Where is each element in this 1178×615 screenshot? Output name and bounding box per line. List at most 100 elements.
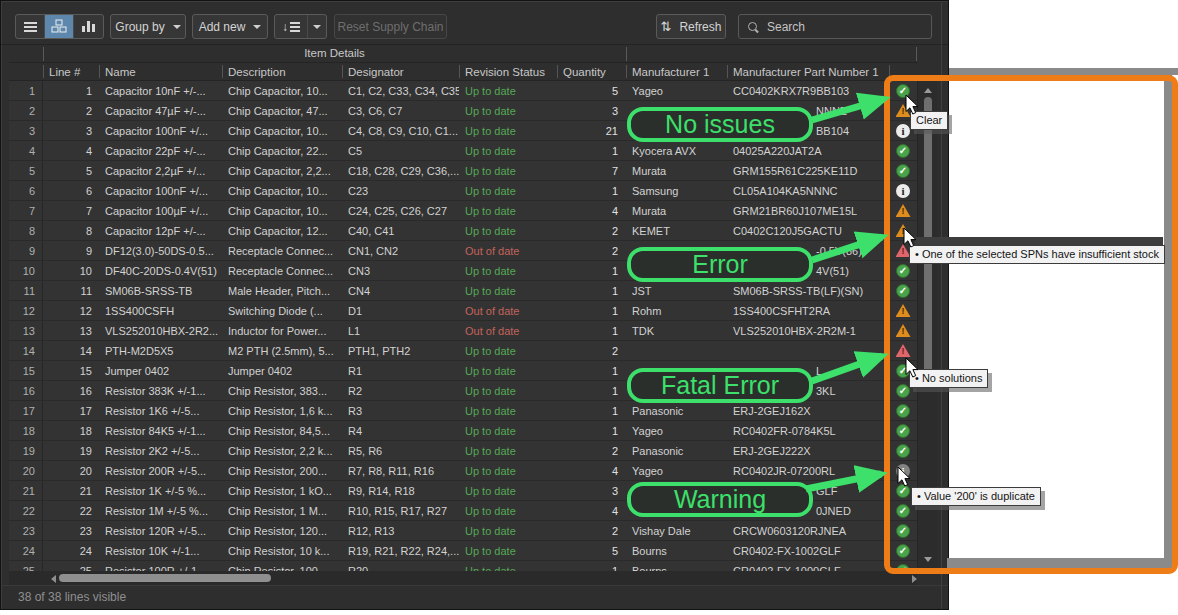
designator-cell: C23 [342, 181, 459, 200]
name-cell: Resistor 1K6 +/-5... [99, 401, 222, 420]
line-number-cell: 23 [43, 521, 99, 540]
column-header-name[interactable]: Name [99, 63, 222, 80]
table-row[interactable]: 2525Resistor 100R +/-1...Chip Resistor, … [9, 561, 917, 571]
line-number-cell: 8 [43, 221, 99, 240]
column-header-manufacturer-part-number-1[interactable]: Manufacturer Part Number 1 [727, 63, 889, 80]
column-header-quantity[interactable]: Quantity [557, 63, 626, 80]
add-new-button[interactable]: Add new [192, 14, 268, 39]
table-row[interactable]: 1818Resistor 84K5 +/-1...Chip Resistor, … [9, 421, 917, 441]
row-index-cell: 10 [9, 261, 43, 280]
revision-status-cell: Up to date [459, 361, 557, 380]
group-by-button[interactable]: Group by [110, 14, 186, 39]
manufacturer-cell: KEMET [626, 221, 727, 240]
revision-status-cell: Up to date [459, 81, 557, 100]
designator-cell: C40, C41 [342, 221, 459, 240]
bom-view-button[interactable] [45, 15, 74, 38]
mpn-cell: CRCW0603120RJNEA [727, 521, 889, 540]
table-row[interactable]: 66Capacitor 100nF +/...Chip Capacitor, 1… [9, 181, 917, 201]
name-cell: Resistor 1M +/-5 %... [99, 501, 222, 520]
name-cell: Resistor 383K +/-1... [99, 381, 222, 400]
row-index-cell: 13 [9, 321, 43, 340]
revision-status-cell: Up to date [459, 101, 557, 120]
mpn-cell: CR0402-FX-1002GLF [727, 541, 889, 560]
table-row[interactable]: 88Capacitor 12pF +/-...Chip Capacitor, 1… [9, 221, 917, 241]
table-row[interactable]: 77Capacitor 100µF +/...Chip Capacitor, 1… [9, 201, 917, 221]
mpn-cell: 1SS400CSFHT2RA [727, 301, 889, 320]
manufacturer-cell [626, 341, 727, 360]
table-row[interactable]: 1919Resistor 2K2 +/-5...Chip Resistor, 2… [9, 441, 917, 461]
line-number-cell: 19 [43, 441, 99, 460]
designator-cell: CN1, CN2 [342, 241, 459, 260]
line-number-cell: 25 [43, 561, 99, 571]
line-number-cell: 16 [43, 381, 99, 400]
mpn-cell: CC0402KRX7R9BB103 [727, 81, 889, 100]
name-cell: Jumper 0402 [99, 361, 222, 380]
description-cell: Chip Capacitor, 47... [222, 101, 342, 120]
revision-status-cell: Up to date [459, 461, 557, 480]
description-cell: Chip Capacitor, 10... [222, 201, 342, 220]
manufacturer-cell: Murata [626, 201, 727, 220]
scroll-left-arrow[interactable] [51, 575, 56, 583]
row-index-cell: 14 [9, 341, 43, 360]
table-row[interactable]: 2020Resistor 200R +/-5...Chip Resistor, … [9, 461, 917, 481]
column-header-line-[interactable]: Line # [43, 63, 99, 80]
table-row[interactable]: 1717Resistor 1K6 +/-5...Chip Resistor, 1… [9, 401, 917, 421]
table-row[interactable]: 2424Resistor 10K +/-1...Chip Resistor, 1… [9, 541, 917, 561]
column-header-revision-status[interactable]: Revision Status [459, 63, 557, 80]
name-cell: PTH-M2D5X5 [99, 341, 222, 360]
horizontal-scrollbar[interactable] [9, 571, 917, 585]
group-header-row: Item Details [9, 45, 917, 63]
reset-supply-chain-label: Reset Supply Chain [337, 20, 443, 34]
column-header-manufacturer-1[interactable]: Manufacturer 1 [626, 63, 727, 80]
description-cell: Chip Capacitor, 12... [222, 221, 342, 240]
mpn-cell: GRM21BR60J107ME15L [727, 201, 889, 220]
hamburger-icon [24, 22, 37, 32]
column-header-designator[interactable]: Designator [342, 63, 459, 80]
revision-status-cell: Out of date [459, 241, 557, 260]
view-button-group [15, 14, 104, 39]
column-header-description[interactable]: Description [222, 63, 342, 80]
designator-cell: R10, R15, R17, R27 [342, 501, 459, 520]
row-index-cell: 3 [9, 121, 43, 140]
description-cell: Jumper 0402 [222, 361, 342, 380]
table-row[interactable]: 12121SS400CSFHSwitching Diode (...D1Out … [9, 301, 917, 321]
table-row[interactable]: 1111SM06B-SRSS-TBMale Header, Pitch...CN… [9, 281, 917, 301]
revision-status-cell: Up to date [459, 281, 557, 300]
white-panel-top-border [949, 68, 1178, 75]
quantity-cell: 1 [557, 561, 626, 571]
horizontal-scroll-thumb[interactable] [59, 574, 271, 582]
row-index-cell: 18 [9, 421, 43, 440]
column-header-gutter [9, 63, 43, 80]
name-cell: Resistor 84K5 +/-1... [99, 421, 222, 440]
flat-list-view-button[interactable] [16, 15, 45, 38]
table-row[interactable]: 55Capacitor 2,2µF +/...Chip Capacitor, 2… [9, 161, 917, 181]
toolbar: Group by Add new ↓ Reset Supply Chain ⇅R… [1, 1, 948, 45]
reset-supply-chain-button[interactable]: Reset Supply Chain [334, 14, 447, 39]
table-row[interactable]: 2323Resistor 120R +/-5...Chip Resistor, … [9, 521, 917, 541]
table-row[interactable]: 1414PTH-M2D5X5M2 PTH (2.5mm), 5...PTH1, … [9, 341, 917, 361]
sort-split-button[interactable]: ↓ [274, 14, 327, 39]
refresh-button[interactable]: ⇅Refresh [656, 14, 726, 39]
table-row[interactable]: 11Capacitor 10nF +/-...Chip Capacitor, 1… [9, 81, 917, 101]
scroll-right-arrow[interactable] [912, 575, 917, 583]
revision-status-cell: Up to date [459, 521, 557, 540]
quantity-cell: 1 [557, 181, 626, 200]
group-by-label: Group by [115, 20, 164, 34]
description-cell: Chip Capacitor, 22... [222, 141, 342, 160]
chart-view-button[interactable] [74, 15, 103, 38]
row-index-cell: 19 [9, 441, 43, 460]
table-row[interactable]: 1313VLS252010HBX-2R2...Inductor for Powe… [9, 321, 917, 341]
designator-cell: C18, C28, C29, C36,... [342, 161, 459, 180]
row-index-cell: 24 [9, 541, 43, 560]
designator-cell: C4, C8, C9, C10, C1... [342, 121, 459, 140]
search-input[interactable]: Search [738, 14, 932, 39]
quantity-cell: 1 [557, 261, 626, 280]
table-row[interactable]: 44Capacitor 22pF +/-...Chip Capacitor, 2… [9, 141, 917, 161]
revision-status-cell: Up to date [459, 161, 557, 180]
designator-cell: R1 [342, 361, 459, 380]
manufacturer-cell: Yageo [626, 421, 727, 440]
manufacturer-cell: TDK [626, 321, 727, 340]
name-cell: Capacitor 12pF +/-... [99, 221, 222, 240]
status-bar: 38 of 38 lines visible [1, 585, 948, 609]
description-cell: Receptacle Connec... [222, 241, 342, 260]
